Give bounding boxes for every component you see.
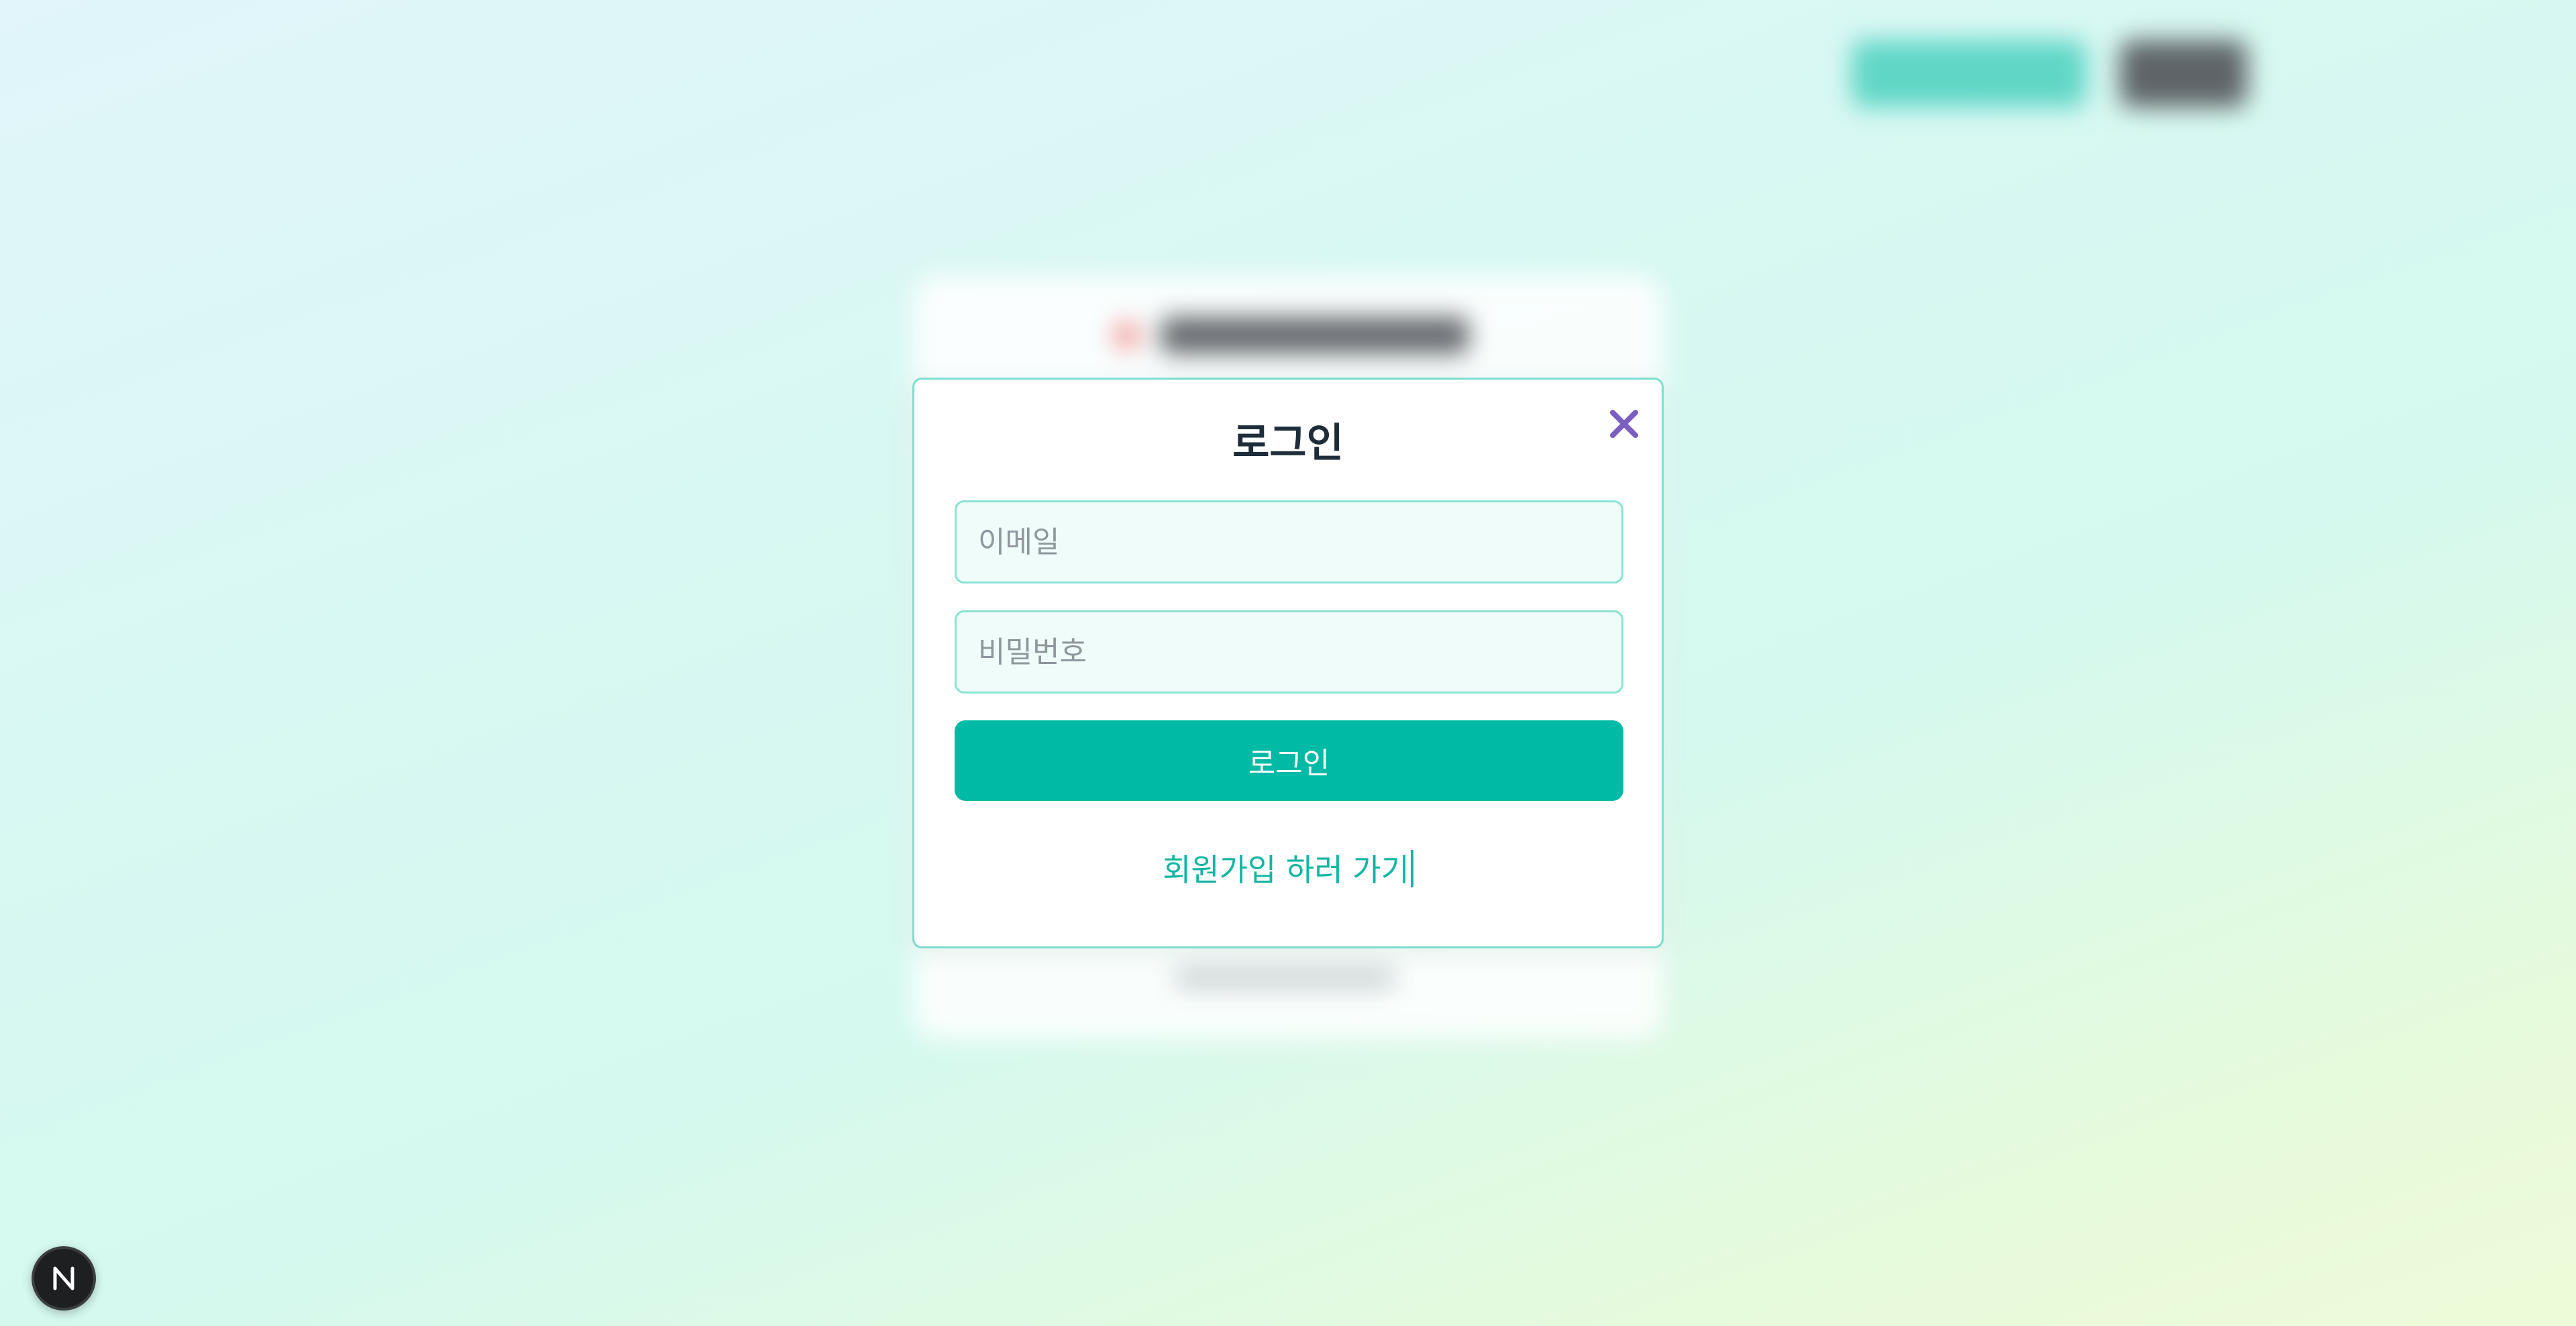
email-field[interactable] (955, 500, 1623, 584)
background-primary-button (1851, 40, 2086, 107)
next-badge-button[interactable] (32, 1246, 96, 1311)
login-modal: 로그인 로그인 회원가입 하러 가기 (912, 378, 1664, 948)
signup-link-label: 회원가입 하러 가기 (1163, 852, 1409, 888)
background-card-logo (1114, 322, 1140, 349)
login-button[interactable]: 로그인 (955, 720, 1623, 801)
background-card-title (1161, 317, 1469, 354)
background-card-line (1174, 966, 1395, 990)
signup-link[interactable]: 회원가입 하러 가기 (914, 846, 1662, 890)
text-cursor (1410, 850, 1413, 887)
background-secondary-button (2120, 40, 2247, 107)
modal-title: 로그인 (1232, 420, 1344, 467)
next-logo-icon (53, 1266, 74, 1290)
password-field[interactable] (955, 610, 1623, 694)
